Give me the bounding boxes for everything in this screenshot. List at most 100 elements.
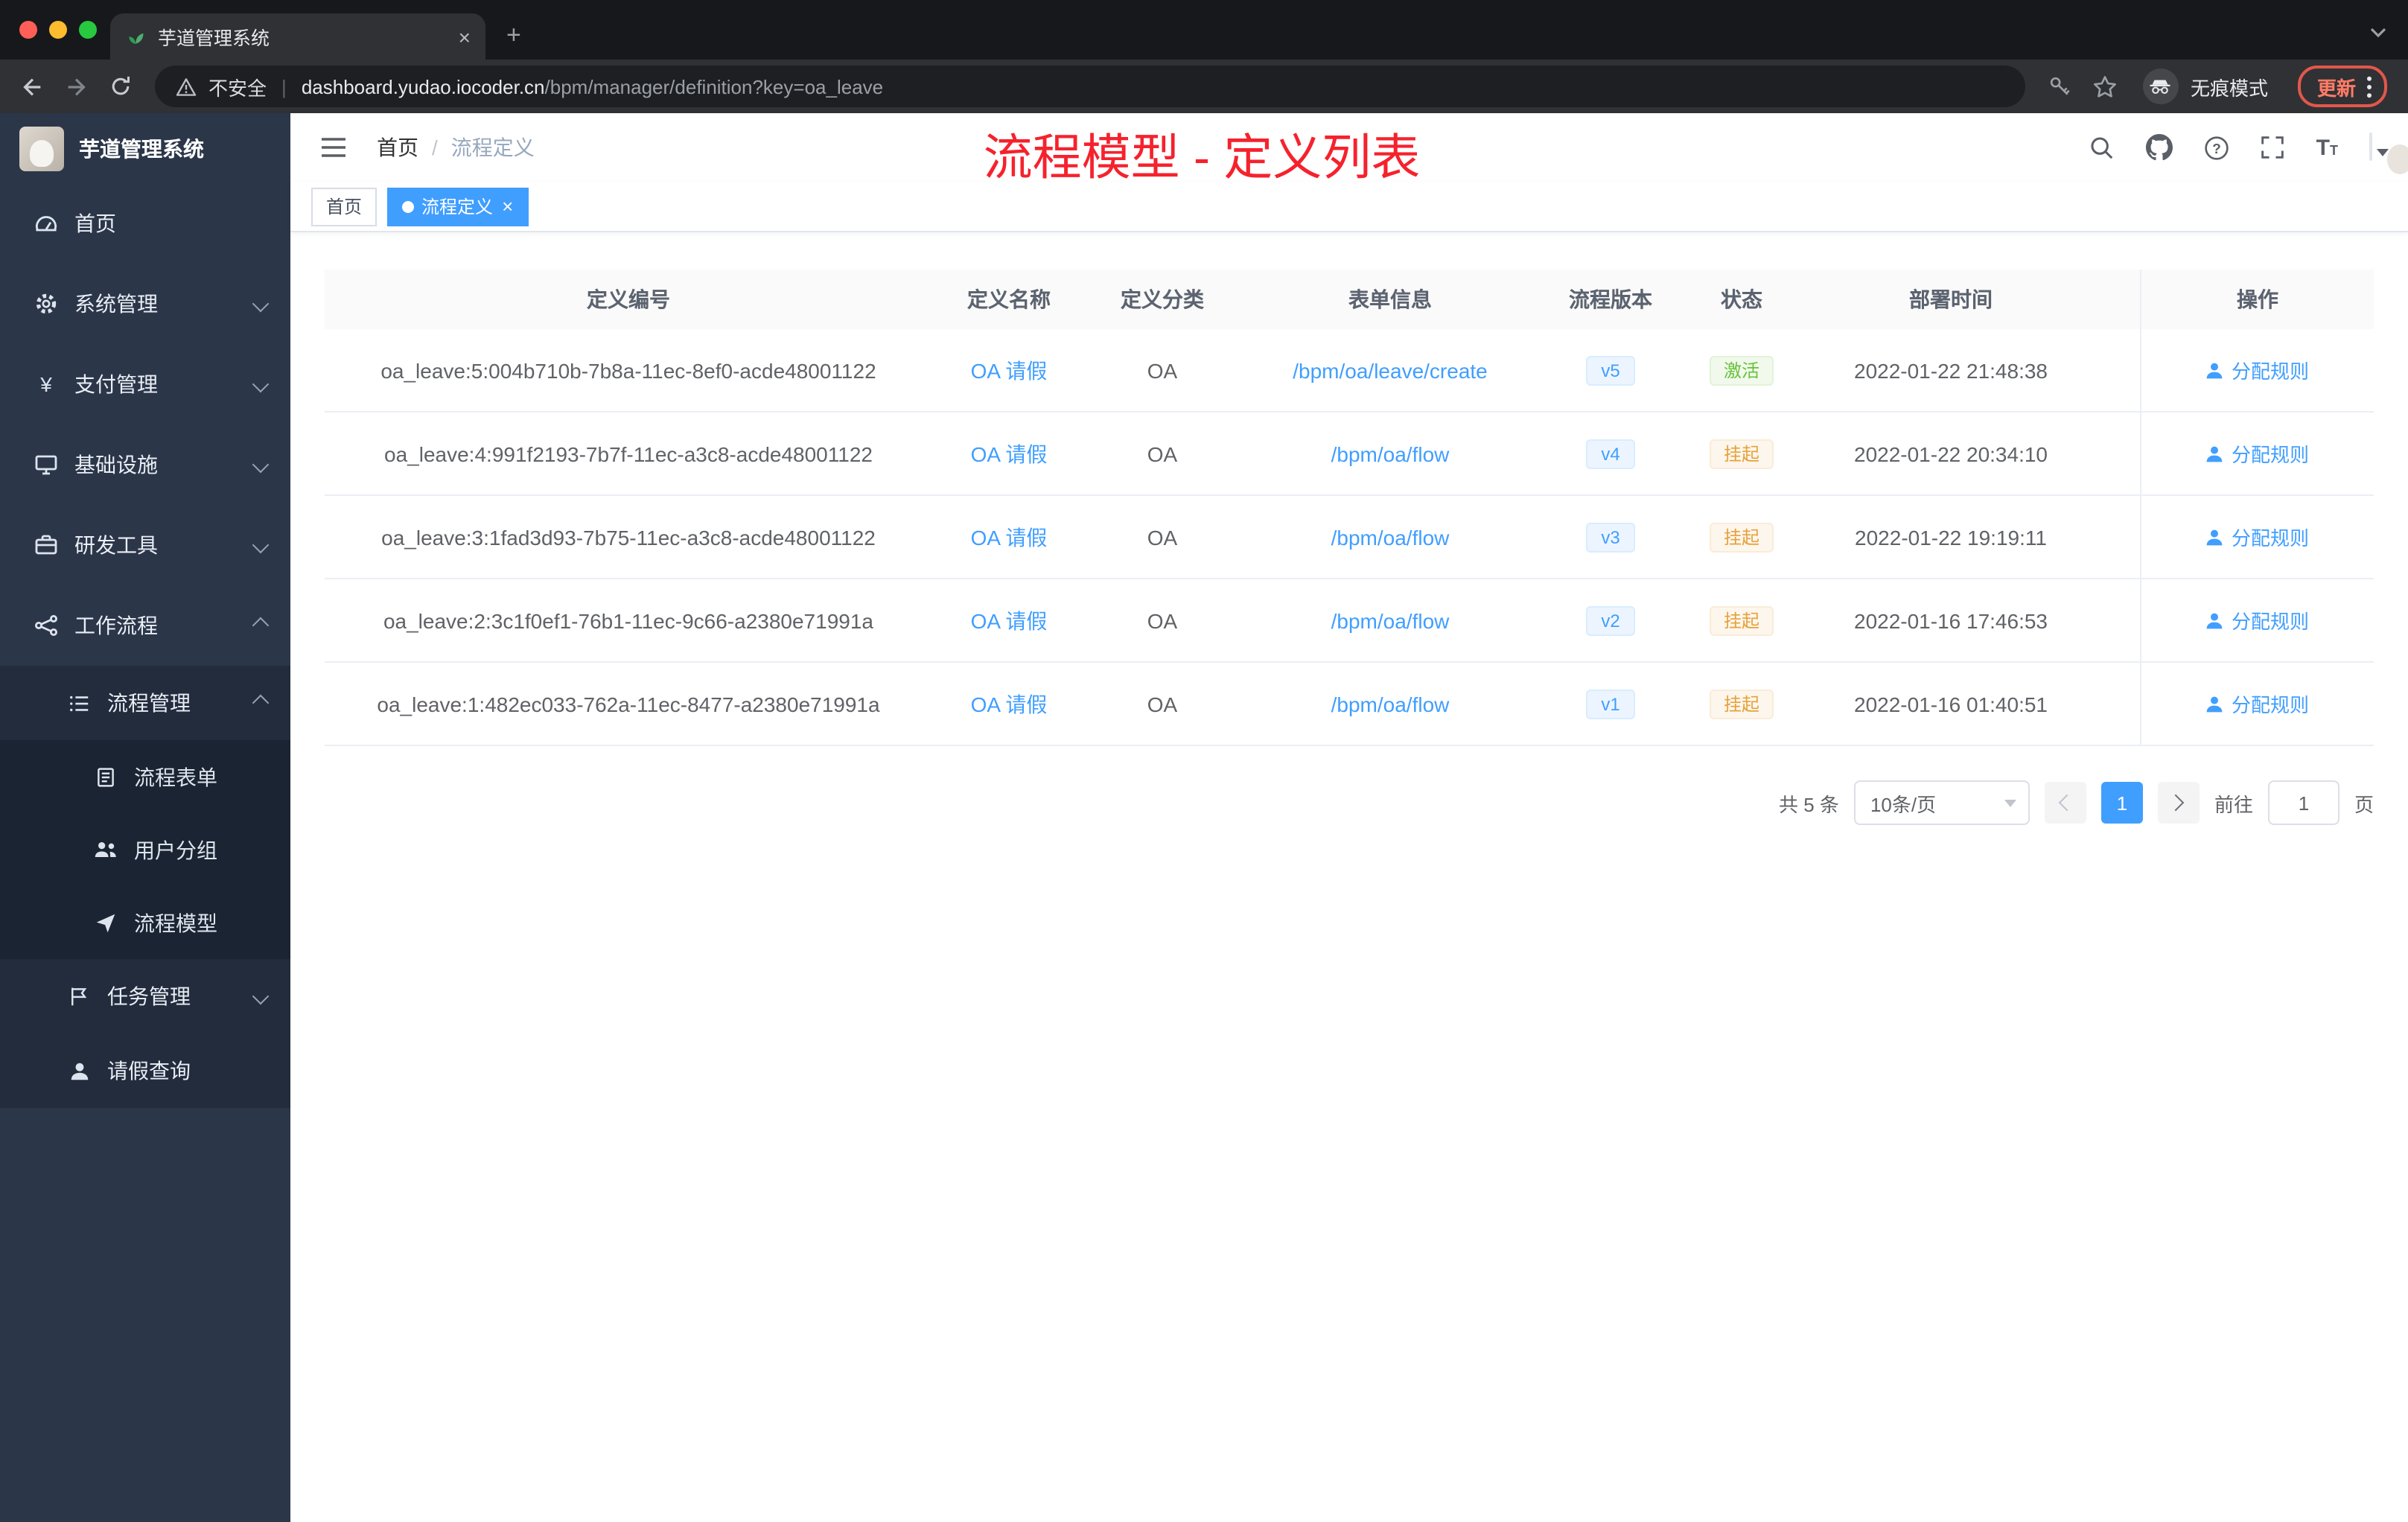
sidebar-logo[interactable]: 芋道管理系统 <box>0 113 290 183</box>
tag-process-definition[interactable]: 流程定义 × <box>387 187 529 226</box>
page-annotation: 流程模型 - 定义列表 <box>983 130 1421 185</box>
page-unit-label: 页 <box>2354 793 2374 815</box>
bookmark-star-icon[interactable] <box>2092 74 2118 99</box>
cell-deploy-time: 2022-01-16 17:46:53 <box>1854 608 2048 632</box>
person-icon <box>2207 362 2223 378</box>
github-icon[interactable] <box>2146 134 2173 161</box>
chevron-down-icon <box>252 987 270 1005</box>
person-icon <box>2207 612 2223 628</box>
table-header-row: 定义编号 定义名称 定义分类 表单信息 流程版本 状态 部署时间 操作 <box>325 270 2374 329</box>
assign-rule-link[interactable]: 分配规则 <box>2206 356 2309 384</box>
active-tag-dot <box>402 200 415 212</box>
url-text[interactable]: dashboard.yudao.iocoder.cn/bpm/manager/d… <box>302 75 883 98</box>
sidebar-item-user-group[interactable]: 用户分组 <box>0 813 290 886</box>
back-icon[interactable] <box>12 67 51 106</box>
column-header: 定义分类 <box>1121 287 1204 311</box>
reload-icon[interactable] <box>101 67 140 106</box>
user-avatar[interactable] <box>2369 133 2389 161</box>
tag-label: 首页 <box>326 197 363 217</box>
definition-name-link[interactable]: OA 请假 <box>971 605 1048 635</box>
sidebar-item-label: 流程模型 <box>134 911 217 934</box>
hamburger-icon[interactable] <box>311 133 356 162</box>
sidebar-item-leave-query[interactable]: 请假查询 <box>0 1034 290 1108</box>
tab-close-icon[interactable]: × <box>459 25 471 48</box>
cell-category: OA <box>1147 358 1178 382</box>
status-badge: 挂起 <box>1710 439 1773 468</box>
sidebar: 芋道管理系统 首页 系统管理 ¥ 支付管理 基础设施 研发工具 工作流程 流程管… <box>0 113 290 1522</box>
password-key-icon[interactable] <box>2048 74 2071 98</box>
breadcrumb-home[interactable]: 首页 <box>377 133 418 162</box>
sidebar-item-system[interactable]: 系统管理 <box>0 264 290 344</box>
assign-rule-link[interactable]: 分配规则 <box>2206 606 2309 634</box>
definition-name-link[interactable]: OA 请假 <box>971 439 1048 468</box>
font-size-icon[interactable]: TT <box>2316 135 2338 160</box>
workflow-icon <box>33 614 60 637</box>
form-link[interactable]: /bpm/oa/flow <box>1331 525 1450 549</box>
tag-home[interactable]: 首页 <box>311 187 378 226</box>
form-link[interactable]: /bpm/oa/flow <box>1331 442 1450 465</box>
fullscreen-icon[interactable] <box>2261 136 2285 159</box>
sidebar-item-home[interactable]: 首页 <box>0 183 290 264</box>
page-size-select[interactable]: 10条/页 <box>1853 780 2030 825</box>
cell-definition-id: oa_leave:2:3c1f0ef1-76b1-11ec-9c66-a2380… <box>383 608 873 632</box>
form-link[interactable]: /bpm/oa/leave/create <box>1293 358 1488 382</box>
forward-icon[interactable] <box>57 67 95 106</box>
status-badge: 挂起 <box>1710 522 1773 552</box>
browser-tab[interactable]: 芋道管理系统 × <box>110 13 485 60</box>
sidebar-item-process-model[interactable]: 流程模型 <box>0 886 290 959</box>
cell-deploy-time: 2022-01-22 19:19:11 <box>1855 525 2047 549</box>
assign-rule-link[interactable]: 分配规则 <box>2206 439 2309 468</box>
chevron-up-icon <box>252 694 270 712</box>
sidebar-item-infrastructure[interactable]: 基础设施 <box>0 424 290 505</box>
prev-page-button[interactable] <box>2044 782 2086 824</box>
sidebar-item-label: 流程表单 <box>134 765 217 789</box>
assign-rule-link[interactable]: 分配规则 <box>2206 690 2309 718</box>
sidebar-item-task-management[interactable]: 任务管理 <box>0 959 290 1034</box>
kebab-menu-icon[interactable] <box>2366 75 2372 98</box>
sidebar-item-label: 请假查询 <box>107 1059 191 1083</box>
cell-category: OA <box>1147 525 1178 549</box>
sidebar-item-payment[interactable]: ¥ 支付管理 <box>0 344 290 424</box>
tab-search-chevron-icon[interactable] <box>2369 19 2387 46</box>
column-header: 表单信息 <box>1348 287 1432 311</box>
cell-deploy-time: 2022-01-16 01:40:51 <box>1854 692 2048 716</box>
search-icon[interactable] <box>2090 135 2115 160</box>
gear-icon <box>33 292 60 316</box>
next-page-button[interactable] <box>2157 782 2200 824</box>
tab-title: 芋道管理系统 <box>158 28 270 49</box>
form-link[interactable]: /bpm/oa/flow <box>1331 692 1450 716</box>
cell-definition-id: oa_leave:3:1fad3d93-7b75-11ec-a3c8-acde4… <box>381 525 876 549</box>
status-badge: 挂起 <box>1710 605 1773 635</box>
assign-rule-link[interactable]: 分配规则 <box>2206 523 2309 551</box>
goto-page-input[interactable] <box>2267 780 2339 825</box>
breadcrumb: 首页 / 流程定义 <box>377 133 535 162</box>
chevron-down-icon <box>252 456 270 474</box>
warning-triangle-icon[interactable] <box>176 77 197 96</box>
zoom-window-button[interactable] <box>79 21 97 39</box>
briefcase-icon <box>33 533 60 557</box>
definition-name-link[interactable]: OA 请假 <box>971 522 1048 552</box>
sidebar-item-process-form[interactable]: 流程表单 <box>0 740 290 813</box>
sidebar-item-process-management[interactable]: 流程管理 <box>0 666 290 740</box>
new-tab-button[interactable]: + <box>506 21 521 51</box>
definition-name-link[interactable]: OA 请假 <box>971 355 1048 385</box>
minimize-window-button[interactable] <box>49 21 67 39</box>
page-number-button[interactable]: 1 <box>2100 782 2143 824</box>
update-chrome-button[interactable]: 更新 <box>2297 66 2387 107</box>
svg-text:?: ? <box>2213 141 2222 156</box>
cell-definition-id: oa_leave:1:482ec033-762a-11ec-8477-a2380… <box>377 692 880 716</box>
sidebar-item-workflow[interactable]: 工作流程 <box>0 585 290 666</box>
assign-rule-label: 分配规则 <box>2231 527 2309 550</box>
version-badge: v2 <box>1586 605 1635 635</box>
help-icon[interactable]: ? <box>2205 135 2230 160</box>
definition-name-link[interactable]: OA 请假 <box>971 689 1048 719</box>
pagination: 共 5 条 10条/页 1 前往 页 <box>325 780 2374 825</box>
tag-close-icon[interactable]: × <box>502 197 513 216</box>
security-label[interactable]: 不安全 <box>208 72 267 101</box>
close-window-button[interactable] <box>19 21 37 39</box>
window-controls <box>19 21 97 39</box>
sidebar-item-devtools[interactable]: 研发工具 <box>0 505 290 585</box>
column-header: 操作 <box>2140 270 2374 329</box>
form-link[interactable]: /bpm/oa/flow <box>1331 608 1450 632</box>
address-bar[interactable]: 不安全 | dashboard.yudao.iocoder.cn/bpm/man… <box>155 66 2025 107</box>
